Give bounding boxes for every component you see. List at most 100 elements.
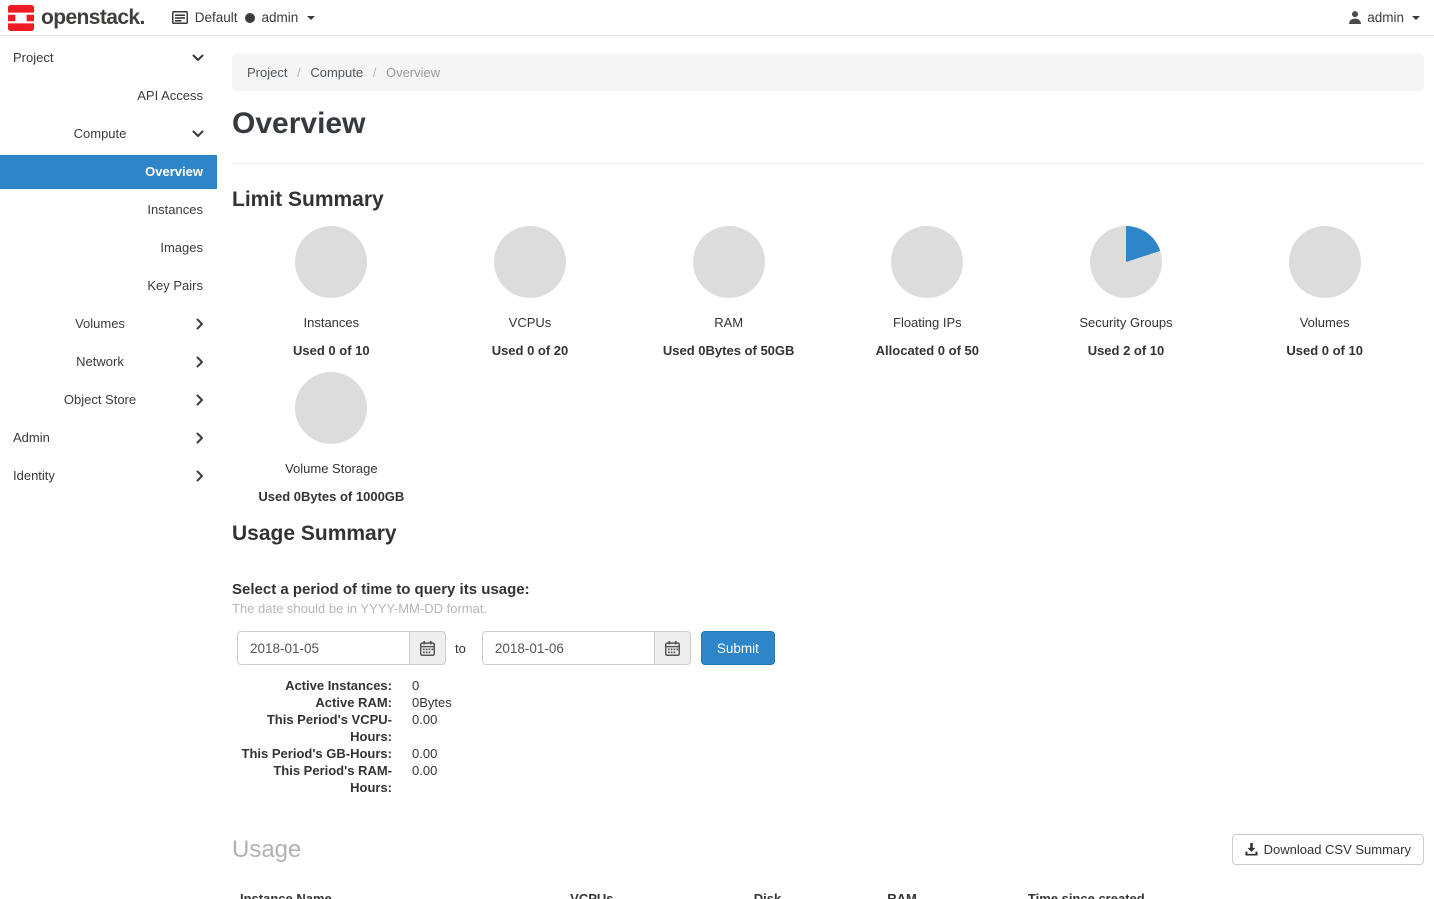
stat-value: 0.00 <box>412 711 437 745</box>
column-instance-name: Instance Name <box>232 882 562 899</box>
limit-summary-charts-row-1: Instances Used 0 of 10 VCPUs Used 0 of 2… <box>232 212 1424 358</box>
breadcrumb-compute[interactable]: Compute <box>310 65 363 80</box>
project-context-switcher[interactable]: Default admin <box>172 10 316 25</box>
sidebar-item-label: Object Store <box>64 392 136 407</box>
column-disk: Disk <box>746 882 880 899</box>
usage-table-header: Usage Download CSV Summary <box>232 834 1424 865</box>
date-range-form: to <box>237 631 1424 665</box>
column-ram: RAM <box>879 882 1020 899</box>
limit-chart-volumes: Volumes Used 0 of 10 <box>1225 212 1424 358</box>
stat-row: This Period's GB-Hours: 0.00 <box>232 745 1424 762</box>
openstack-brand[interactable]: openstack. <box>8 5 145 31</box>
sidebar-item-network[interactable]: Network <box>0 343 217 381</box>
sidebar-item-project[interactable]: Project <box>0 39 217 77</box>
pie-caption: Used 0Bytes of 1000GB <box>232 489 431 504</box>
chevron-right-icon <box>196 356 204 368</box>
sidebar-item-object-store[interactable]: Object Store <box>0 381 217 419</box>
limit-chart-security-groups: Security Groups Used 2 of 10 <box>1027 212 1226 358</box>
sidebar-item-api-access[interactable]: API Access <box>0 77 217 115</box>
user-icon <box>1349 11 1361 24</box>
date-range-to-label: to <box>455 641 466 656</box>
submit-button[interactable]: Submit <box>701 631 775 665</box>
stat-label: This Period's VCPU-Hours: <box>232 711 392 745</box>
sidebar-item-compute[interactable]: Compute <box>0 115 217 153</box>
sidebar-item-label: Identity <box>13 468 55 483</box>
breadcrumb-project[interactable]: Project <box>247 65 287 80</box>
sidebar-item-label: Admin <box>13 430 50 445</box>
stat-value: 0Bytes <box>412 694 452 711</box>
limit-chart-instances: Instances Used 0 of 10 <box>232 212 431 358</box>
usage-summary-title: Usage Summary <box>232 522 1424 546</box>
sidebar-item-label: Network <box>76 354 124 369</box>
download-csv-button[interactable]: Download CSV Summary <box>1232 834 1424 865</box>
stat-row: This Period's RAM-Hours: 0.00 <box>232 762 1424 796</box>
download-icon <box>1245 843 1258 856</box>
pie-label: Volumes <box>1225 315 1424 330</box>
chevron-right-icon <box>196 394 204 406</box>
user-menu-dropdown[interactable]: admin <box>1349 10 1420 25</box>
sidebar-item-volumes[interactable]: Volumes <box>0 305 217 343</box>
stat-value: 0.00 <box>412 762 437 796</box>
sidebar-item-key-pairs[interactable]: Key Pairs <box>0 267 217 305</box>
usage-table-title: Usage <box>232 836 301 864</box>
usage-table-header-row: Instance Name VCPUs Disk RAM Time since … <box>232 882 1424 899</box>
top-navbar: openstack. Default admin <box>0 0 1434 36</box>
pie-caption: Used 0 of 10 <box>232 343 431 358</box>
pie-chart-ram <box>693 226 765 298</box>
pie-chart-instances <box>295 226 367 298</box>
main-content: Project / Compute / Overview Overview Li… <box>217 36 1434 899</box>
openstack-logo-icon <box>8 5 34 31</box>
limit-chart-floating-ips: Floating IPs Allocated 0 of 50 <box>828 212 1027 358</box>
start-date-calendar-button[interactable] <box>409 631 446 665</box>
title-divider <box>232 163 1424 164</box>
context-project-label: admin <box>262 10 299 25</box>
sidebar-item-label: Overview <box>145 164 203 179</box>
chevron-right-icon <box>196 470 204 482</box>
stat-label: Active RAM: <box>232 694 392 711</box>
sidebar-item-identity[interactable]: Identity <box>0 457 217 495</box>
sidebar-item-label: Volumes <box>75 316 125 331</box>
calendar-icon <box>420 641 435 656</box>
stat-row: Active Instances: 0 <box>232 677 1424 694</box>
breadcrumb-separator: / <box>373 65 377 80</box>
end-date-input[interactable] <box>482 631 654 665</box>
start-date-input[interactable] <box>237 631 409 665</box>
pie-caption: Used 0 of 20 <box>431 343 630 358</box>
sidebar-item-admin[interactable]: Admin <box>0 419 217 457</box>
pie-chart-vcpus <box>494 226 566 298</box>
pie-chart-volume-storage <box>295 372 367 444</box>
start-date-group <box>237 631 446 665</box>
pie-caption: Used 0 of 10 <box>1225 343 1424 358</box>
limit-chart-ram: RAM Used 0Bytes of 50GB <box>629 212 828 358</box>
end-date-calendar-button[interactable] <box>654 631 691 665</box>
chevron-right-icon <box>196 318 204 330</box>
sidebar-item-overview[interactable]: Overview <box>0 155 217 189</box>
stat-label: Active Instances: <box>232 677 392 694</box>
horizon-dashboard: openstack. Default admin <box>0 0 1434 899</box>
pie-label: Floating IPs <box>828 315 1027 330</box>
column-vcpus: VCPUs <box>562 882 746 899</box>
sidebar-item-label: Images <box>160 240 203 255</box>
pie-caption: Allocated 0 of 50 <box>828 343 1027 358</box>
sidebar-item-label: Project <box>13 50 53 65</box>
end-date-group <box>482 631 691 665</box>
limit-chart-volume-storage: Volume Storage Used 0Bytes of 1000GB <box>232 358 431 504</box>
sidebar-item-label: Instances <box>147 202 203 217</box>
calendar-icon <box>665 641 680 656</box>
pie-label: Volume Storage <box>232 461 431 476</box>
sidebar-item-label: Key Pairs <box>147 278 203 293</box>
stat-label: This Period's GB-Hours: <box>232 745 392 762</box>
context-domain-label: Default <box>195 10 238 25</box>
limit-summary-title: Limit Summary <box>232 188 1424 212</box>
page-title: Overview <box>232 107 1424 141</box>
pie-label: Instances <box>232 315 431 330</box>
chevron-down-icon <box>192 130 204 138</box>
period-form-label: Select a period of time to query its usa… <box>232 581 1424 598</box>
pie-caption: Used 2 of 10 <box>1027 343 1226 358</box>
limit-summary-charts-row-2: Volume Storage Used 0Bytes of 1000GB <box>232 358 1424 504</box>
usage-table: Instance Name VCPUs Disk RAM Time since … <box>232 882 1424 899</box>
limit-chart-vcpus: VCPUs Used 0 of 20 <box>431 212 630 358</box>
sidebar-item-instances[interactable]: Instances <box>0 191 217 229</box>
caret-down-icon <box>1412 16 1420 20</box>
sidebar-item-images[interactable]: Images <box>0 229 217 267</box>
